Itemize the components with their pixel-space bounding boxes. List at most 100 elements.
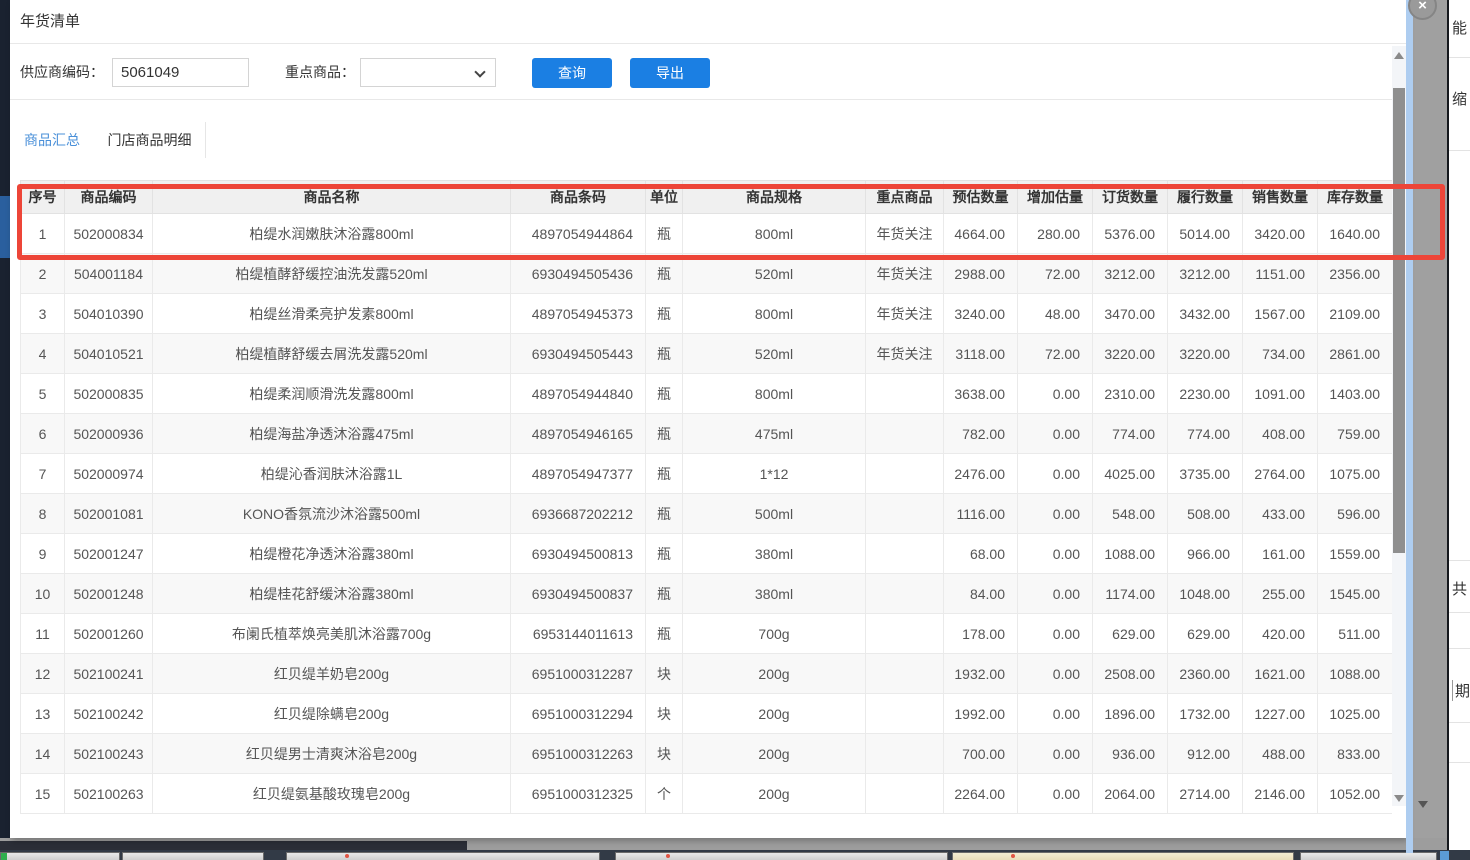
table-cell: 200g — [683, 694, 866, 734]
table-cell: 502001081 — [65, 494, 153, 534]
table-cell: 瓶 — [646, 334, 683, 374]
table-scrollbar[interactable] — [1392, 46, 1406, 806]
table-cell: 柏缇丝滑柔亮护发素800ml — [153, 294, 511, 334]
table-cell: 9 — [21, 534, 65, 574]
table-row[interactable]: 6502000936柏缇海盐净透沐浴露475ml4897054946165瓶47… — [21, 414, 1393, 454]
modal-overlay-shadow — [1413, 0, 1447, 853]
background-sidebar-strip — [0, 0, 10, 845]
table-cell: 2264.00 — [944, 774, 1018, 814]
taskbar-window-button[interactable] — [0, 852, 120, 860]
table-cell: 3118.00 — [944, 334, 1018, 374]
table-row[interactable]: 5502000835柏缇柔润顺滑洗发露800ml4897054944840瓶80… — [21, 374, 1393, 414]
table-cell: 1567.00 — [1243, 294, 1318, 334]
taskbar-window-button[interactable] — [286, 852, 600, 860]
table-cell: 1896.00 — [1093, 694, 1168, 734]
table-cell: 68.00 — [944, 534, 1018, 574]
table-row[interactable]: 7502000974柏缇沁香润肤沐浴露1L4897054947377瓶1*122… — [21, 454, 1393, 494]
table-cell: 2988.00 — [944, 254, 1018, 294]
table-row[interactable]: 12502100241红贝缇羊奶皂200g6951000312287块200g1… — [21, 654, 1393, 694]
export-button[interactable]: 导出 — [630, 58, 710, 88]
tab-product-summary[interactable]: 商品汇总 — [10, 122, 94, 158]
table-cell: 0.00 — [1018, 734, 1093, 774]
table-cell: 5376.00 — [1093, 214, 1168, 254]
table-cell: 3420.00 — [1243, 214, 1318, 254]
table-cell: 420.00 — [1243, 614, 1318, 654]
table-row[interactable]: 14502100243红贝缇男士清爽沐浴皂200g6951000312263块2… — [21, 734, 1393, 774]
table-cell: 1227.00 — [1243, 694, 1318, 734]
taskbar-window-button[interactable] — [952, 852, 1294, 860]
table-cell: 12 — [21, 654, 65, 694]
column-header: 库存数量 — [1318, 181, 1393, 214]
table-cell: 2356.00 — [1318, 254, 1393, 294]
table-row[interactable]: 9502001247柏缇橙花净透沐浴露380ml6930494500813瓶38… — [21, 534, 1393, 574]
table-cell: 块 — [646, 654, 683, 694]
table-row[interactable]: 3504010390柏缇丝滑柔亮护发素800ml4897054945373瓶80… — [21, 294, 1393, 334]
table-row[interactable]: 2504001184柏缇植酵舒缓控油洗发露520ml6930494505436瓶… — [21, 254, 1393, 294]
table-cell: 2310.00 — [1093, 374, 1168, 414]
table-cell: 柏缇沁香润肤沐浴露1L — [153, 454, 511, 494]
table-row[interactable]: 11502001260布阑氏植萃焕亮美肌沐浴露700g6953144011613… — [21, 614, 1393, 654]
table-cell: 1732.00 — [1168, 694, 1243, 734]
table-cell: 800ml — [683, 374, 866, 414]
table-row[interactable]: 10502001248柏缇桂花舒缓沐浴露380ml6930494500837瓶3… — [21, 574, 1393, 614]
tab-store-product-detail[interactable]: 门店商品明细 — [94, 122, 206, 158]
table-cell: 502001260 — [65, 614, 153, 654]
table-cell: 瓶 — [646, 214, 683, 254]
table-cell: 4897054944864 — [511, 214, 646, 254]
filter-bar: 供应商编码： 重点商品： 查询 导出 — [10, 44, 1406, 100]
table-cell: 2508.00 — [1093, 654, 1168, 694]
key-product-select[interactable] — [360, 58, 496, 87]
table-cell — [866, 374, 944, 414]
table-row[interactable]: 13502100242红贝缇除螨皂200g6951000312294块200g1… — [21, 694, 1393, 734]
table-cell: 柏缇植酵舒缓控油洗发露520ml — [153, 254, 511, 294]
background-sidebar-active-item — [0, 196, 10, 258]
table-cell — [866, 454, 944, 494]
table-cell: 1048.00 — [1168, 574, 1243, 614]
table-cell: 2861.00 — [1318, 334, 1393, 374]
query-button[interactable]: 查询 — [532, 58, 612, 88]
table-cell: 502100243 — [65, 734, 153, 774]
table-cell: 936.00 — [1093, 734, 1168, 774]
red-dot-icon — [666, 854, 670, 858]
table-cell: 3212.00 — [1093, 254, 1168, 294]
outer-scroll-down-icon[interactable] — [1418, 801, 1428, 808]
taskbar-window-button[interactable] — [1300, 852, 1437, 860]
supplier-code-input[interactable] — [112, 58, 249, 87]
page-scrollbar-strip[interactable] — [1406, 0, 1413, 853]
red-dot-icon — [345, 854, 349, 858]
table-cell: 433.00 — [1243, 494, 1318, 534]
table-cell: 1075.00 — [1318, 454, 1393, 494]
table-row[interactable]: 4504010521柏缇植酵舒缓去屑洗发露520ml6930494505443瓶… — [21, 334, 1393, 374]
scrollbar-thumb[interactable] — [1393, 88, 1405, 553]
table-cell: 瓶 — [646, 454, 683, 494]
table-cell: 1088.00 — [1093, 534, 1168, 574]
column-header: 序号 — [21, 181, 65, 214]
table-cell: 0.00 — [1018, 534, 1093, 574]
taskbar-window-button[interactable] — [615, 852, 948, 860]
table-cell: 柏缇水润嫩肤沐浴露800ml — [153, 214, 511, 254]
table-row[interactable]: 8502001081KONO香氛流沙沐浴露500ml6936687202212瓶… — [21, 494, 1393, 534]
scroll-up-icon[interactable] — [1394, 52, 1404, 59]
table-cell: 柏缇植酵舒缓去屑洗发露520ml — [153, 334, 511, 374]
table-cell — [866, 574, 944, 614]
table-cell: 4664.00 — [944, 214, 1018, 254]
table-cell: 502100263 — [65, 774, 153, 814]
table-cell: 0.00 — [1018, 774, 1093, 814]
table-cell: 瓶 — [646, 534, 683, 574]
table-cell — [866, 614, 944, 654]
table-row[interactable]: 15502100263红贝缇氨基酸玫瑰皂200g6951000312325个20… — [21, 774, 1393, 814]
table-cell: 200g — [683, 734, 866, 774]
table-cell: 1116.00 — [944, 494, 1018, 534]
scroll-down-icon[interactable] — [1394, 795, 1404, 802]
table-cell: 84.00 — [944, 574, 1018, 614]
table-cell: 年货关注 — [866, 214, 944, 254]
taskbar-window-button[interactable] — [122, 852, 264, 860]
table-cell: 48.00 — [1018, 294, 1093, 334]
table-row[interactable]: 1502000834柏缇水润嫩肤沐浴露800ml4897054944864瓶80… — [21, 214, 1393, 254]
table-cell: 6930494505443 — [511, 334, 646, 374]
table-cell: 0.00 — [1018, 614, 1093, 654]
supplier-code-label: 供应商编码： — [20, 44, 104, 100]
table-cell: 2476.00 — [944, 454, 1018, 494]
table-cell: 72.00 — [1018, 254, 1093, 294]
table-cell: 6936687202212 — [511, 494, 646, 534]
